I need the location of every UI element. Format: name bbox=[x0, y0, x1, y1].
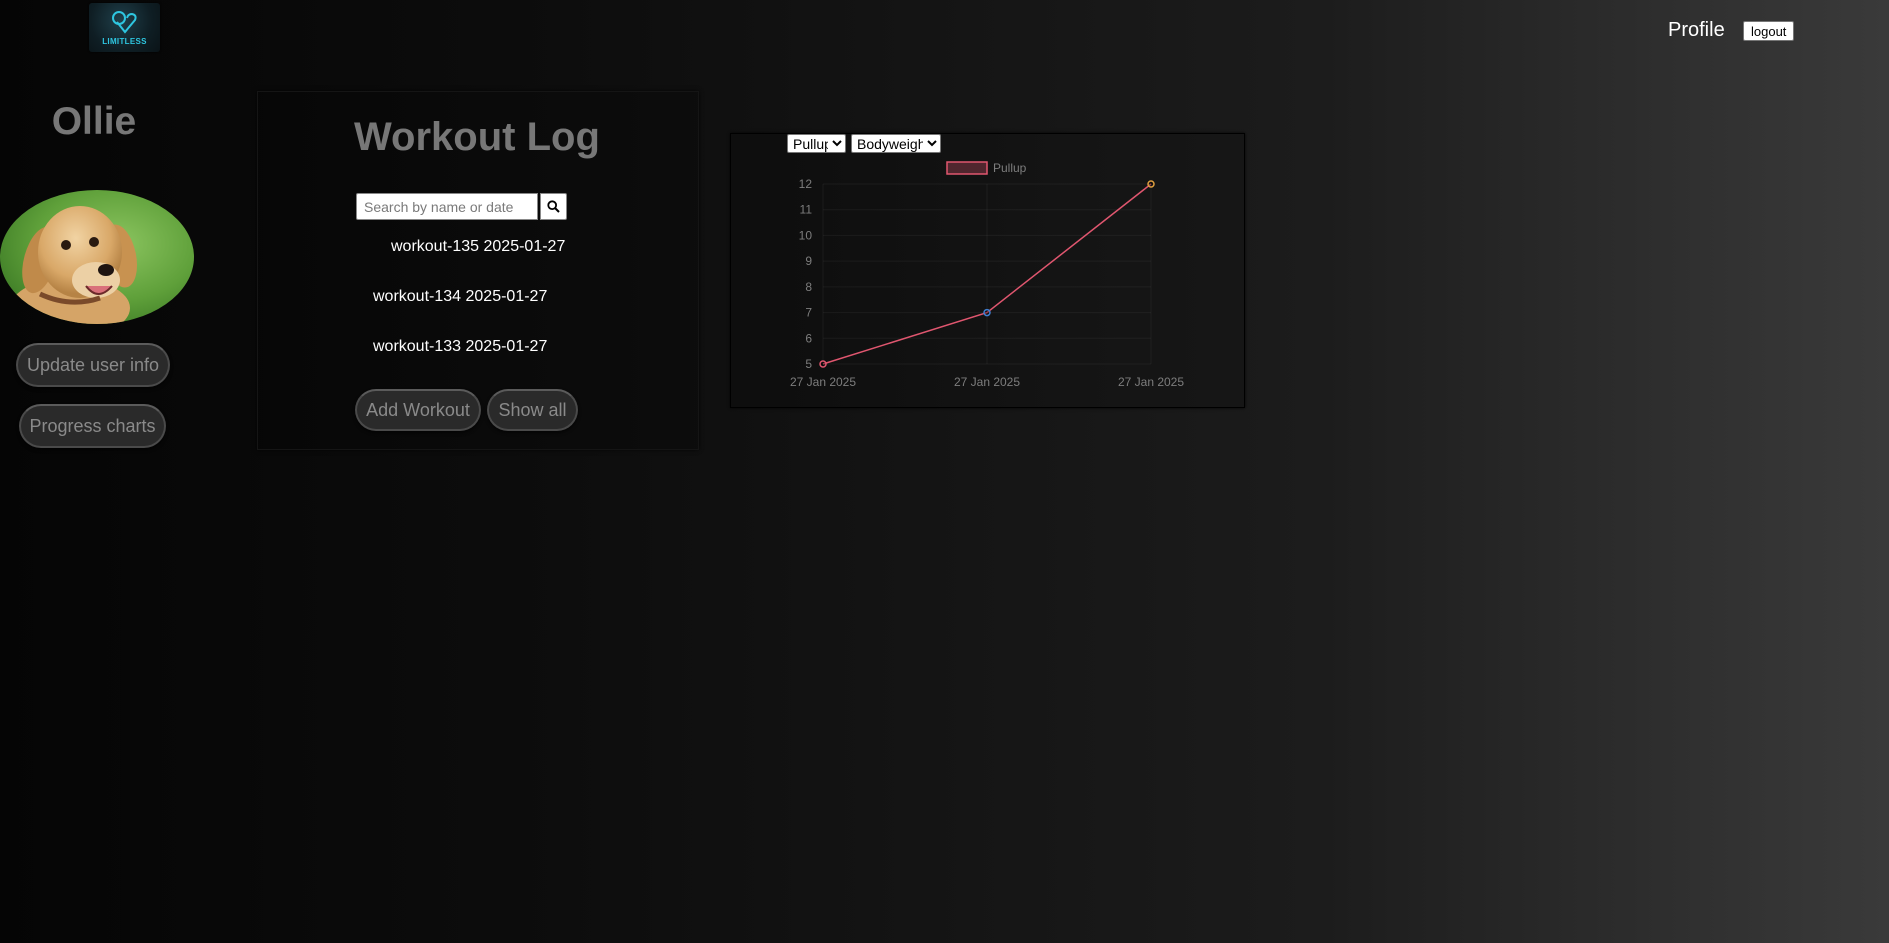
show-all-button[interactable]: Show all bbox=[487, 389, 578, 431]
exercise-type-select[interactable]: Bodyweight bbox=[851, 134, 941, 153]
avatar bbox=[0, 190, 194, 324]
exercise-select[interactable]: Pullup bbox=[787, 134, 846, 153]
progress-chart-panel bbox=[730, 133, 1245, 408]
workout-log-title: Workout Log bbox=[354, 115, 600, 159]
workout-list-item[interactable]: workout-133 2025-01-27 bbox=[373, 338, 547, 356]
avatar-dog-image bbox=[0, 190, 194, 324]
add-workout-button[interactable]: Add Workout bbox=[355, 389, 481, 431]
nav-profile-link[interactable]: Profile bbox=[1668, 19, 1725, 42]
app-logo[interactable]: LIMITLESS bbox=[89, 3, 160, 52]
search-icon bbox=[547, 200, 560, 213]
progress-charts-button[interactable]: Progress charts bbox=[19, 404, 166, 448]
logout-button[interactable]: logout bbox=[1743, 21, 1795, 41]
search-button[interactable] bbox=[540, 193, 567, 220]
search-input[interactable] bbox=[356, 193, 538, 220]
logo-text: LIMITLESS bbox=[102, 36, 147, 46]
logo-heart-icon bbox=[111, 10, 137, 34]
workout-list-item[interactable]: workout-134 2025-01-27 bbox=[373, 288, 547, 306]
update-user-info-button[interactable]: Update user info bbox=[16, 343, 170, 387]
username-heading: Ollie bbox=[51, 100, 137, 143]
workout-list-item[interactable]: workout-135 2025-01-27 bbox=[391, 238, 565, 256]
